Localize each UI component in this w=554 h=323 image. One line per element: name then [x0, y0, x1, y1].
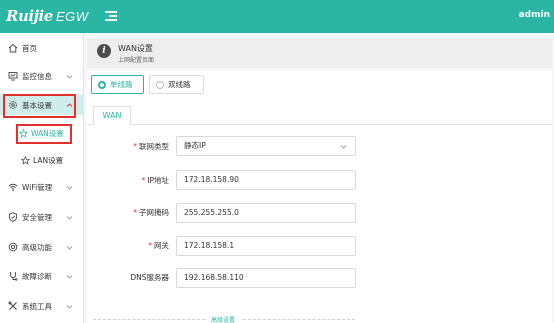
sidebar-item-label: 监控信息 — [22, 71, 52, 81]
radio-dot — [156, 81, 164, 89]
sidebar-item-security[interactable]: 安全管理 — [0, 207, 83, 227]
sidebar-subitem-lan-settings[interactable]: LAN设置 — [18, 151, 72, 169]
brand-logo: Ruijie — [6, 7, 53, 25]
sidebar-item-wifi[interactable]: WiFi管理 — [0, 177, 83, 197]
product-name: EGW — [56, 9, 89, 24]
dns-input[interactable]: 192.168.58.110 — [176, 268, 356, 288]
diagnosis-icon — [10, 272, 18, 281]
chevron-down-icon — [66, 215, 73, 220]
highlight-box — [16, 124, 72, 144]
chevron-down-icon — [66, 274, 73, 279]
user-name[interactable]: admin — [519, 10, 550, 20]
sidebar-item-tools[interactable]: 系统工具 — [0, 296, 83, 316]
chevron-down-icon — [66, 245, 73, 250]
radio-label: 单线路 — [110, 80, 133, 89]
dual-line-radio[interactable]: 双线路 — [149, 75, 204, 94]
page-header: i WAN设置 上网配置页面 — [87, 38, 552, 68]
menu-toggle-icon[interactable] — [105, 10, 117, 21]
sidebar-subitem-label: LAN设置 — [33, 155, 64, 165]
ip-input[interactable]: 172.18.158.90 — [176, 170, 356, 190]
chevron-down-icon — [66, 185, 73, 190]
highlight-box — [3, 94, 76, 118]
gateway-input[interactable]: 172.18.158.1 — [176, 236, 356, 256]
tab-bar: WAN — [87, 105, 552, 126]
sidebar-item-home[interactable]: 首页 — [0, 38, 83, 58]
dns-label: DNS服务器 — [130, 273, 169, 282]
conn-type-label: * 联网类型 — [133, 142, 169, 151]
chevron-down-icon — [340, 145, 347, 149]
chevron-down-icon — [66, 74, 73, 79]
sidebar-item-label: 安全管理 — [22, 212, 52, 222]
ip-label: * IP地址 — [141, 176, 170, 185]
main-content: i WAN设置 上网配置页面 单线路 双线路 WAN * 联网类型 静态IP * I… — [84, 33, 554, 323]
divider — [93, 319, 205, 320]
sidebar: 首页 监控信息 基本设置 WAN设置 LAN设置 WiFi管理 安全管理 高级功… — [0, 33, 84, 323]
divider — [243, 319, 355, 320]
sidebar-item-label: WiFi管理 — [22, 182, 53, 192]
star-icon — [21, 155, 30, 165]
sidebar-item-label: 首页 — [22, 43, 37, 53]
wifi-icon — [8, 183, 18, 192]
sidebar-item-label: 高级功能 — [22, 242, 52, 252]
sidebar-item-monitor[interactable]: 监控信息 — [0, 66, 83, 86]
shield-icon — [8, 212, 18, 222]
mask-input[interactable]: 255.255.255.0 — [176, 203, 356, 223]
chevron-down-icon — [66, 304, 73, 309]
sidebar-item-advanced[interactable]: 高级功能 — [0, 237, 83, 257]
advanced-settings-link[interactable]: 高级设置 — [211, 315, 235, 323]
conn-type-select[interactable]: 静态IP — [176, 136, 356, 156]
wan-settings-card: 单线路 双线路 WAN * 联网类型 静态IP * IP地址 172.18.158.… — [87, 71, 552, 323]
advanced-icon — [8, 242, 18, 252]
sidebar-item-label: 故障诊断 — [22, 271, 52, 281]
single-line-radio[interactable]: 单线路 — [91, 75, 144, 94]
mask-label: * 子网掩码 — [133, 208, 169, 217]
tab-wan[interactable]: WAN — [93, 106, 131, 126]
radio-dot — [98, 81, 106, 89]
sidebar-item-label: 系统工具 — [22, 301, 52, 311]
top-bar: Ruijie EGW admin — [0, 0, 554, 33]
page-title: WAN设置 — [118, 44, 153, 53]
monitor-icon — [8, 72, 18, 81]
radio-label: 双线路 — [168, 80, 191, 89]
page-subtitle: 上网配置页面 — [118, 57, 155, 64]
sidebar-item-diagnosis[interactable]: 故障诊断 — [0, 266, 83, 286]
gateway-label: * 网关 — [148, 241, 169, 250]
info-icon: i — [97, 44, 111, 58]
tools-icon — [8, 301, 17, 310]
home-icon — [8, 43, 18, 53]
